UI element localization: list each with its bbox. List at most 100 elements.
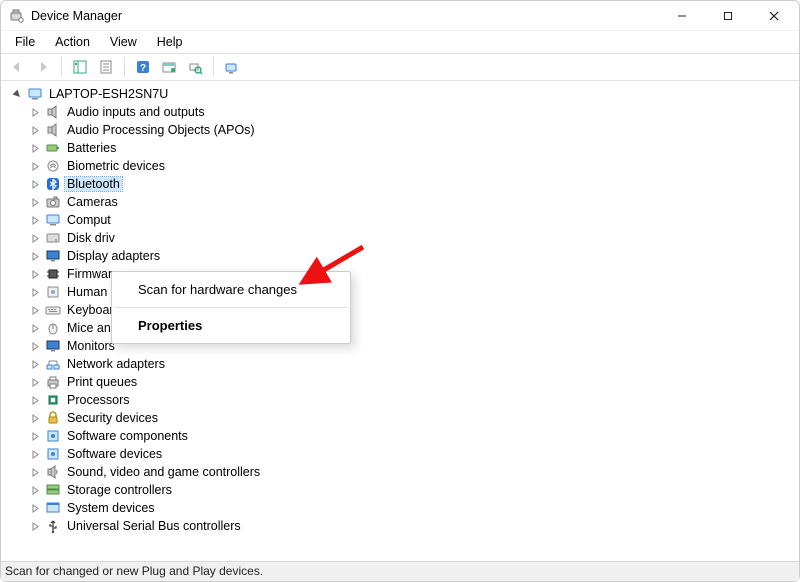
expand-icon[interactable] bbox=[11, 88, 23, 100]
expand-icon[interactable] bbox=[29, 322, 41, 334]
menu-action[interactable]: Action bbox=[45, 33, 100, 51]
tree-item-label: Audio Processing Objects (APOs) bbox=[65, 123, 257, 137]
scan-hardware-button[interactable] bbox=[183, 56, 207, 78]
tree-item[interactable]: Bluetooth bbox=[29, 175, 799, 193]
minimize-button[interactable] bbox=[659, 1, 705, 31]
expand-icon[interactable] bbox=[29, 250, 41, 262]
bluetooth-icon bbox=[45, 176, 61, 192]
speaker-icon bbox=[45, 104, 61, 120]
app-icon bbox=[9, 8, 25, 24]
expand-icon[interactable] bbox=[29, 394, 41, 406]
tree-item-label: Processors bbox=[65, 393, 132, 407]
tree-item[interactable]: Sound, video and game controllers bbox=[29, 463, 799, 481]
tree-item-label: Disk driv bbox=[65, 231, 117, 245]
tree-item-label: System devices bbox=[65, 501, 157, 515]
expand-icon[interactable] bbox=[29, 520, 41, 532]
tree-item[interactable]: Disk driv bbox=[29, 229, 799, 247]
display-icon bbox=[45, 248, 61, 264]
tree-item[interactable]: Display adapters bbox=[29, 247, 799, 265]
sound-icon bbox=[45, 464, 61, 480]
context-scan-hardware[interactable]: Scan for hardware changes bbox=[112, 276, 350, 303]
expand-icon[interactable] bbox=[29, 448, 41, 460]
tree-item[interactable]: Software devices bbox=[29, 445, 799, 463]
menu-help[interactable]: Help bbox=[147, 33, 193, 51]
tree-item-label: Security devices bbox=[65, 411, 160, 425]
expand-icon[interactable] bbox=[29, 232, 41, 244]
tree-item[interactable]: Print queues bbox=[29, 373, 799, 391]
storage-icon bbox=[45, 482, 61, 498]
expand-icon[interactable] bbox=[29, 484, 41, 496]
system-icon bbox=[45, 500, 61, 516]
fingerprint-icon bbox=[45, 158, 61, 174]
maximize-button[interactable] bbox=[705, 1, 751, 31]
tree-item-label: Software components bbox=[65, 429, 190, 443]
tree-item-label: Audio inputs and outputs bbox=[65, 105, 207, 119]
expand-icon[interactable] bbox=[29, 106, 41, 118]
expand-icon[interactable] bbox=[29, 340, 41, 352]
show-hide-tree-button[interactable] bbox=[68, 56, 92, 78]
tree-item[interactable]: Storage controllers bbox=[29, 481, 799, 499]
expand-icon[interactable] bbox=[29, 376, 41, 388]
keyboard-icon bbox=[45, 302, 61, 318]
tree-item[interactable]: Audio inputs and outputs bbox=[29, 103, 799, 121]
expand-icon[interactable] bbox=[29, 124, 41, 136]
tree-item[interactable]: Cameras bbox=[29, 193, 799, 211]
toolbar: ? bbox=[1, 53, 799, 81]
toolbar-separator bbox=[61, 57, 62, 77]
expand-icon[interactable] bbox=[29, 178, 41, 190]
svg-text:?: ? bbox=[140, 63, 146, 74]
expand-icon[interactable] bbox=[29, 286, 41, 298]
expand-icon[interactable] bbox=[29, 160, 41, 172]
network-icon bbox=[45, 356, 61, 372]
tree-item-label: Monitors bbox=[65, 339, 117, 353]
tree-item[interactable]: System devices bbox=[29, 499, 799, 517]
tree-item[interactable]: Security devices bbox=[29, 409, 799, 427]
menu-file[interactable]: File bbox=[5, 33, 45, 51]
tree-item[interactable]: Network adapters bbox=[29, 355, 799, 373]
tree-item[interactable]: Audio Processing Objects (APOs) bbox=[29, 121, 799, 139]
component-icon bbox=[45, 446, 61, 462]
computer-icon bbox=[27, 86, 43, 102]
expand-icon[interactable] bbox=[29, 142, 41, 154]
expand-icon[interactable] bbox=[29, 466, 41, 478]
tree-item-label: Batteries bbox=[65, 141, 118, 155]
tree-item-label: Universal Serial Bus controllers bbox=[65, 519, 243, 533]
back-button[interactable] bbox=[5, 56, 29, 78]
tree-item-label: Biometric devices bbox=[65, 159, 167, 173]
battery-icon bbox=[45, 140, 61, 156]
add-legacy-button[interactable] bbox=[220, 56, 244, 78]
expand-icon[interactable] bbox=[29, 196, 41, 208]
tree-item-label: Network adapters bbox=[65, 357, 167, 371]
menu-view[interactable]: View bbox=[100, 33, 147, 51]
forward-button[interactable] bbox=[31, 56, 55, 78]
device-manager-window: Device Manager File Action View Help bbox=[0, 0, 800, 582]
expand-icon[interactable] bbox=[29, 430, 41, 442]
context-properties[interactable]: Properties bbox=[112, 312, 350, 339]
cpu-icon bbox=[45, 392, 61, 408]
title-bar: Device Manager bbox=[1, 1, 799, 31]
properties-button[interactable] bbox=[94, 56, 118, 78]
camera-icon bbox=[45, 194, 61, 210]
device-tree-pane[interactable]: LAPTOP-ESH2SN7U Audio inputs and outputs… bbox=[1, 81, 799, 561]
tree-item[interactable]: Comput bbox=[29, 211, 799, 229]
tree-item-label: Storage controllers bbox=[65, 483, 174, 497]
help-button[interactable]: ? bbox=[131, 56, 155, 78]
tree-item[interactable]: Processors bbox=[29, 391, 799, 409]
expand-icon[interactable] bbox=[29, 304, 41, 316]
tree-item[interactable]: Batteries bbox=[29, 139, 799, 157]
close-button[interactable] bbox=[751, 1, 797, 31]
tree-item[interactable]: Software components bbox=[29, 427, 799, 445]
tree-item-label: Print queues bbox=[65, 375, 139, 389]
expand-icon[interactable] bbox=[29, 412, 41, 424]
expand-icon[interactable] bbox=[29, 358, 41, 370]
expand-icon[interactable] bbox=[29, 502, 41, 514]
window-title: Device Manager bbox=[31, 9, 122, 23]
status-bar: Scan for changed or new Plug and Play de… bbox=[1, 561, 799, 581]
expand-icon[interactable] bbox=[29, 268, 41, 280]
expand-icon[interactable] bbox=[29, 214, 41, 226]
tree-item[interactable]: Universal Serial Bus controllers bbox=[29, 517, 799, 535]
update-driver-button[interactable] bbox=[157, 56, 181, 78]
tree-root[interactable]: LAPTOP-ESH2SN7U bbox=[11, 85, 799, 103]
tree-item[interactable]: Biometric devices bbox=[29, 157, 799, 175]
tree-root-label: LAPTOP-ESH2SN7U bbox=[47, 87, 170, 101]
